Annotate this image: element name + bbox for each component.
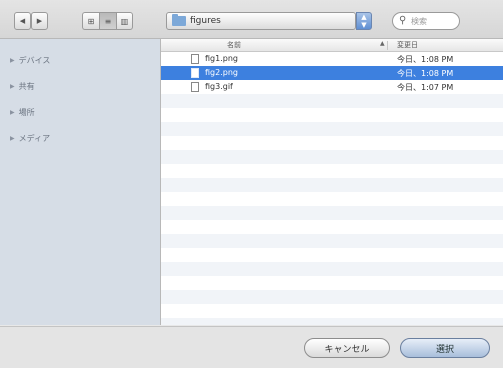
button-bar: キャンセル 選択 — [0, 326, 503, 368]
column-divider[interactable] — [387, 41, 388, 50]
sidebar-item-label: メディア — [18, 133, 51, 143]
view-mode-control: ⊞ ≡ ▥ — [82, 12, 133, 30]
cancel-button[interactable]: キャンセル — [304, 338, 390, 358]
empty-row — [161, 94, 503, 108]
popup-arrows-icon[interactable]: ▲ ▼ — [356, 12, 372, 30]
list-view-button[interactable]: ≡ — [99, 12, 116, 30]
list-header: 名前 ▲ 変更日 — [161, 39, 503, 52]
folder-icon — [172, 14, 186, 26]
document-icon — [191, 82, 199, 92]
empty-row — [161, 164, 503, 178]
file-name: fig2.png — [205, 68, 238, 77]
sidebar-item-places[interactable]: ▶ 場所 — [10, 105, 35, 119]
column-view-button[interactable]: ▥ — [116, 12, 133, 30]
sidebar-item-label: 共有 — [18, 81, 35, 91]
empty-row — [161, 178, 503, 192]
disclosure-triangle-icon[interactable]: ▶ — [10, 109, 15, 116]
list-view-icon: ≡ — [104, 16, 112, 26]
search-placeholder: 検索 — [411, 17, 427, 26]
column-header-date[interactable]: 変更日 — [397, 40, 418, 50]
empty-row — [161, 220, 503, 234]
file-date: 今日、1:07 PM — [397, 83, 454, 92]
file-row[interactable]: fig1.png 今日、1:08 PM — [161, 52, 503, 66]
forward-button[interactable]: ▶ — [31, 12, 48, 30]
file-row[interactable]: fig2.png 今日、1:08 PM — [161, 66, 503, 80]
empty-row — [161, 108, 503, 122]
file-row[interactable]: fig3.gif 今日、1:07 PM — [161, 80, 503, 94]
forward-icon: ▶ — [36, 17, 43, 25]
empty-row — [161, 122, 503, 136]
disclosure-triangle-icon[interactable]: ▶ — [10, 83, 15, 90]
empty-row — [161, 276, 503, 290]
sidebar-item-shared[interactable]: ▶ 共有 — [10, 79, 35, 93]
empty-row — [161, 150, 503, 164]
empty-row — [161, 304, 503, 318]
sort-arrow-icon: ▲ — [380, 40, 385, 47]
document-icon — [191, 68, 199, 78]
disclosure-triangle-icon[interactable]: ▶ — [10, 135, 15, 142]
empty-row — [161, 248, 503, 262]
search-field[interactable]: ⚲ 検索 — [392, 12, 460, 30]
empty-row — [161, 206, 503, 220]
sidebar-item-label: デバイス — [18, 55, 51, 65]
toolbar: ◀ ▶ ⊞ ≡ ▥ figures ▲ ▼ ⚲ 検索 — [0, 0, 503, 39]
file-date: 今日、1:08 PM — [397, 69, 454, 78]
column-header-name[interactable]: 名前 — [227, 40, 241, 50]
empty-row — [161, 290, 503, 304]
sidebar: ▶ デバイス ▶ 共有 ▶ 場所 ▶ メディア — [0, 39, 161, 325]
folder-popup[interactable]: figures — [166, 12, 356, 30]
icon-view-icon: ⊞ — [87, 16, 95, 26]
back-icon: ◀ — [19, 17, 26, 25]
empty-row — [161, 318, 503, 325]
empty-row — [161, 234, 503, 248]
choose-button[interactable]: 選択 — [400, 338, 490, 358]
search-icon: ⚲ — [399, 15, 407, 26]
sidebar-item-devices[interactable]: ▶ デバイス — [10, 53, 50, 67]
back-button[interactable]: ◀ — [14, 12, 31, 30]
file-name: fig3.gif — [205, 82, 233, 91]
file-list: 名前 ▲ 変更日 fig1.png 今日、1:08 PM fig2.png 今日、1:… — [161, 39, 503, 325]
empty-row — [161, 262, 503, 276]
document-icon — [191, 54, 199, 64]
file-name: fig1.png — [205, 54, 238, 63]
sidebar-item-label: 場所 — [18, 107, 35, 117]
empty-row — [161, 136, 503, 150]
icon-view-button[interactable]: ⊞ — [82, 12, 99, 30]
disclosure-triangle-icon[interactable]: ▶ — [10, 57, 15, 64]
empty-row — [161, 192, 503, 206]
sidebar-item-media[interactable]: ▶ メディア — [10, 131, 50, 145]
file-date: 今日、1:08 PM — [397, 55, 454, 64]
folder-label: figures — [190, 16, 221, 26]
column-view-icon: ▥ — [120, 16, 129, 26]
